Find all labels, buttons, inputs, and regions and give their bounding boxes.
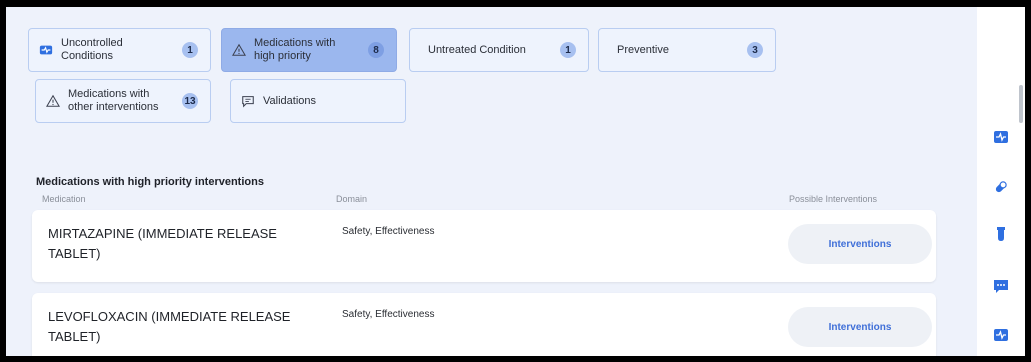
- count-badge: 13: [182, 93, 198, 109]
- count-badge: 8: [368, 42, 384, 58]
- interventions-button[interactable]: Interventions: [788, 307, 932, 347]
- column-header-domain: Domain: [336, 194, 368, 204]
- scrollbar[interactable]: [1019, 85, 1023, 123]
- medication-name: MIRTAZAPINE (IMMEDIATE RELEASE TABLET): [48, 226, 277, 261]
- count-badge: 3: [747, 42, 763, 58]
- column-header-medication: Medication: [42, 194, 86, 204]
- medication-row: MIRTAZAPINE (IMMEDIATE RELEASE TABLET) S…: [32, 210, 936, 282]
- main-panel: Uncontrolled Conditions 1 Medications wi…: [6, 7, 1025, 356]
- pill-icon[interactable]: [993, 179, 1009, 195]
- filter-chip-medications-other-interventions[interactable]: Medications with other interventions 13: [35, 79, 211, 123]
- monitor-pulse-icon: [39, 43, 53, 57]
- chip-label: Validations: [263, 94, 316, 107]
- count-badge: 1: [182, 42, 198, 58]
- comment-icon: [241, 94, 255, 108]
- domain-value: Safety, Effectiveness: [342, 226, 435, 237]
- medication-name: LEVOFLOXACIN (IMMEDIATE RELEASE TABLET): [48, 309, 291, 344]
- test-tube-icon[interactable]: [993, 226, 1009, 242]
- chip-label: Medications with high priority: [254, 37, 336, 62]
- interventions-button[interactable]: Interventions: [788, 224, 932, 264]
- chat-icon[interactable]: [993, 278, 1009, 294]
- domain-value: Safety, Effectiveness: [342, 309, 435, 320]
- warning-triangle-icon: [232, 43, 246, 57]
- chip-label: Medications with other interventions: [68, 88, 159, 113]
- warning-triangle-icon: [46, 94, 60, 108]
- medication-row: LEVOFLOXACIN (IMMEDIATE RELEASE TABLET) …: [32, 293, 936, 356]
- column-header-possible-interventions: Possible Interventions: [789, 194, 878, 204]
- filter-chip-preventive[interactable]: Preventive 3: [598, 28, 776, 72]
- chip-label: Untreated Condition: [428, 43, 526, 56]
- chip-label: Preventive: [617, 43, 669, 56]
- vitals-monitor-icon[interactable]: [993, 129, 1009, 145]
- count-badge: 1: [560, 42, 576, 58]
- filter-chip-medications-high-priority[interactable]: Medications with high priority 8: [221, 28, 397, 72]
- chip-label: Uncontrolled Conditions: [61, 37, 123, 62]
- filter-chip-validations[interactable]: Validations: [230, 79, 406, 123]
- section-title: Medications with high priority intervent…: [36, 176, 264, 188]
- vitals-monitor-icon[interactable]: [993, 327, 1009, 343]
- filter-chip-untreated-condition[interactable]: Untreated Condition 1: [409, 28, 589, 72]
- filter-chip-uncontrolled-conditions[interactable]: Uncontrolled Conditions 1: [28, 28, 211, 72]
- right-sidebar: [977, 7, 1025, 356]
